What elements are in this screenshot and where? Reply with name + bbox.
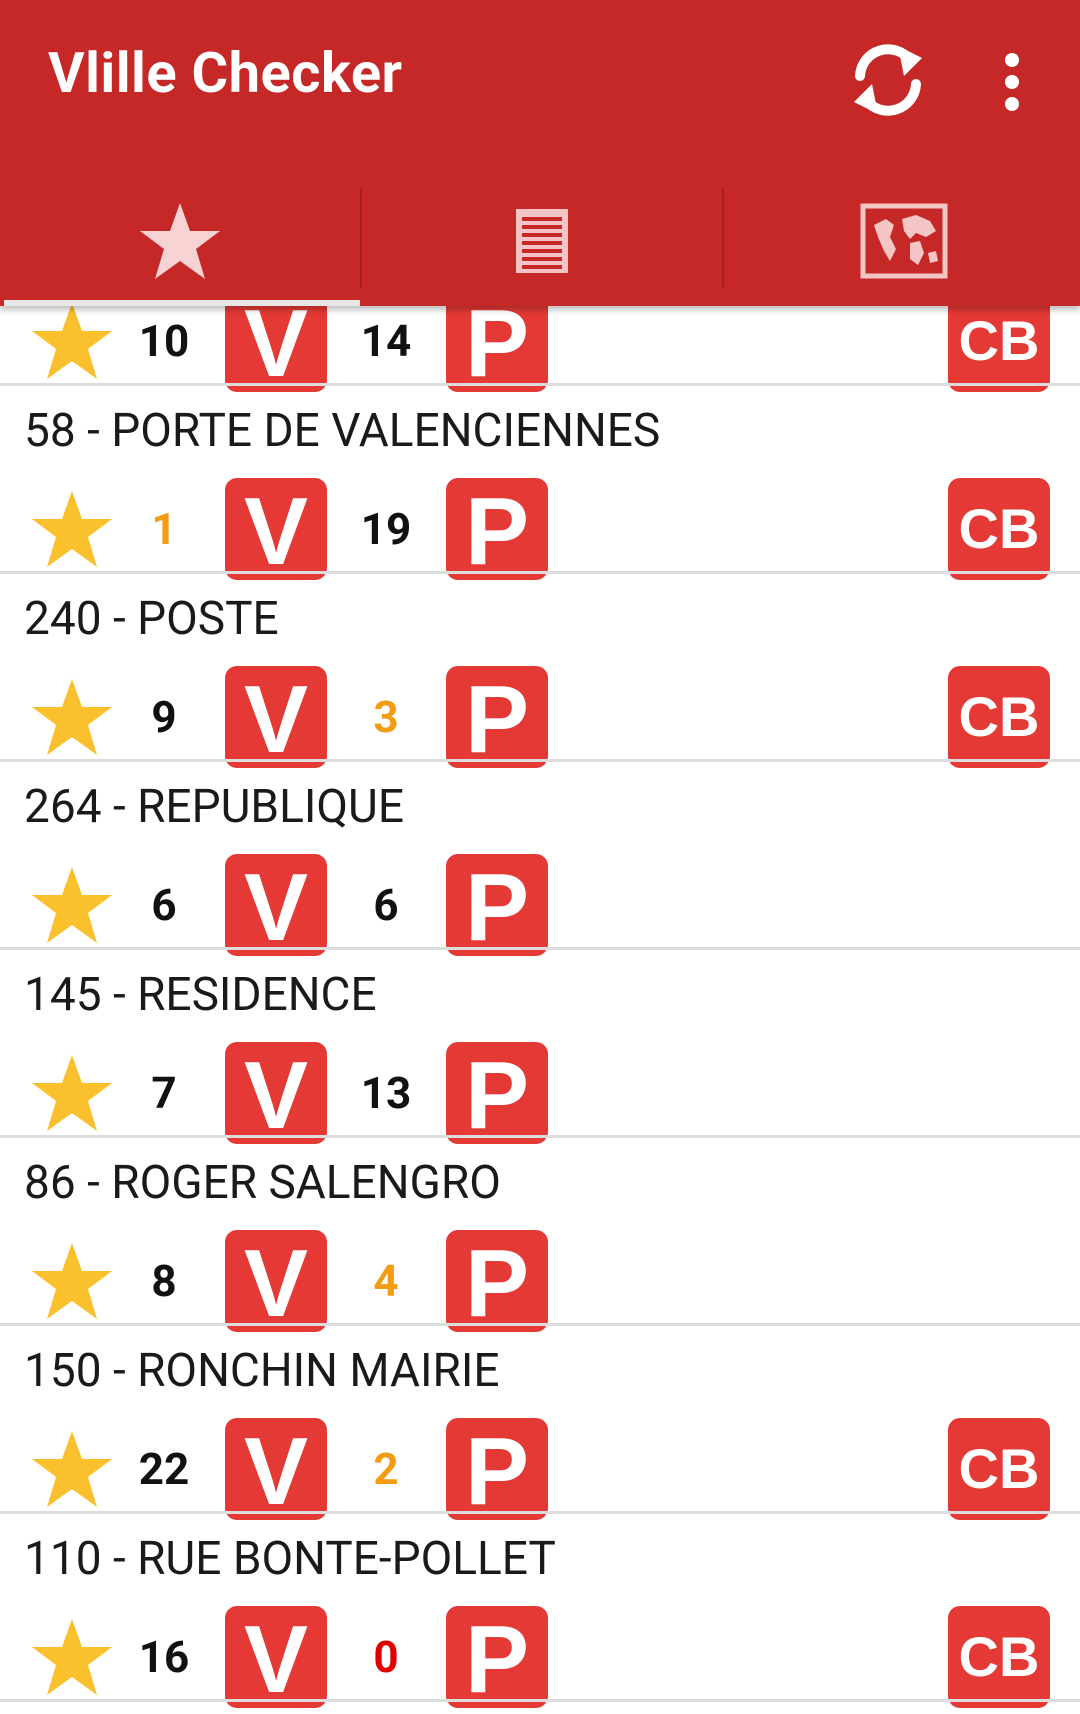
credit-card-badge: CB xyxy=(948,666,1050,768)
credit-card-badge: CB xyxy=(948,1606,1050,1708)
list-icon xyxy=(514,207,570,279)
tab-bar xyxy=(0,180,1080,306)
docks-badge: P xyxy=(446,1418,548,1525)
row-divider xyxy=(0,1699,1080,1702)
star-icon[interactable] xyxy=(30,1239,114,1323)
docks-badge: P xyxy=(446,1042,548,1149)
docks-available-count: 6 xyxy=(373,879,399,931)
station-name: 264 - REPUBLIQUE xyxy=(24,780,404,834)
station-name: 110 - RUE BONTE-POLLET xyxy=(24,1532,556,1586)
star-icon[interactable] xyxy=(30,299,114,383)
tab-map[interactable] xyxy=(724,180,1080,306)
bikes-available-count: 8 xyxy=(151,1255,177,1307)
station-name: 150 - RONCHIN MAIRIE xyxy=(24,1344,500,1398)
app-title: Vlille Checker xyxy=(48,40,403,106)
docks-available-count: 19 xyxy=(360,503,412,555)
docks-available-count: 3 xyxy=(373,691,399,743)
station-name: 86 - ROGER SALENGRO xyxy=(24,1156,501,1210)
bikes-available-count: 1 xyxy=(151,503,177,555)
more-vert-icon[interactable] xyxy=(988,42,1036,122)
station-row[interactable]: 110 - RUE BONTE-POLLET 16 V 0 P CB xyxy=(0,1514,1080,1713)
docks-available-count: 4 xyxy=(373,1255,399,1307)
docks-available-count: 0 xyxy=(373,1631,399,1683)
star-icon[interactable] xyxy=(30,863,114,947)
docks-badge: P xyxy=(446,478,548,585)
tab-list[interactable] xyxy=(362,180,722,306)
station-row[interactable]: 58 - PORTE DE VALENCIENNES 1 V 19 P CB xyxy=(0,386,1080,585)
docks-badge: P xyxy=(446,1230,548,1337)
docks-available-count: 2 xyxy=(373,1443,399,1495)
station-name: 240 - POSTE xyxy=(24,592,279,646)
bikes-badge: V xyxy=(225,854,327,961)
bikes-badge: V xyxy=(225,478,327,585)
bikes-available-count: 7 xyxy=(151,1067,177,1119)
station-row[interactable]: 264 - REPUBLIQUE 6 V 6 P xyxy=(0,762,1080,961)
tab-favorites[interactable] xyxy=(0,180,360,306)
station-name: 58 - PORTE DE VALENCIENNES xyxy=(24,404,661,458)
credit-card-badge: CB xyxy=(948,478,1050,580)
star-icon xyxy=(138,201,222,285)
map-icon xyxy=(860,203,948,283)
star-icon[interactable] xyxy=(30,675,114,759)
docks-badge: P xyxy=(446,1606,548,1713)
star-icon[interactable] xyxy=(30,1615,114,1699)
bikes-badge: V xyxy=(225,1606,327,1713)
station-row[interactable]: 240 - POSTE 9 V 3 P CB xyxy=(0,574,1080,773)
star-icon[interactable] xyxy=(30,1051,114,1135)
bikes-badge: V xyxy=(225,1230,327,1337)
bikes-available-count: 9 xyxy=(151,691,177,743)
station-name: 145 - RESIDENCE xyxy=(24,968,377,1022)
bikes-badge: V xyxy=(225,666,327,773)
bikes-available-count: 16 xyxy=(138,1631,190,1683)
docks-badge: P xyxy=(446,666,548,773)
docks-available-count: 13 xyxy=(360,1067,412,1119)
bikes-available-count: 22 xyxy=(138,1443,190,1495)
station-row[interactable]: 86 - ROGER SALENGRO 8 V 4 P xyxy=(0,1138,1080,1337)
app-bar: Vlille Checker xyxy=(0,0,1080,306)
refresh-icon[interactable] xyxy=(848,36,928,124)
docks-available-count: 14 xyxy=(360,315,412,367)
station-row[interactable]: 150 - RONCHIN MAIRIE 22 V 2 P CB xyxy=(0,1326,1080,1525)
tab-indicator xyxy=(4,300,360,306)
bikes-badge: V xyxy=(225,1418,327,1525)
bikes-available-count: 6 xyxy=(151,879,177,931)
star-icon[interactable] xyxy=(30,1427,114,1511)
star-icon[interactable] xyxy=(30,487,114,571)
credit-card-badge: CB xyxy=(948,1418,1050,1520)
docks-badge: P xyxy=(446,854,548,961)
bikes-available-count: 10 xyxy=(138,315,190,367)
station-row[interactable]: 145 - RESIDENCE 7 V 13 P xyxy=(0,950,1080,1149)
bikes-badge: V xyxy=(225,1042,327,1149)
